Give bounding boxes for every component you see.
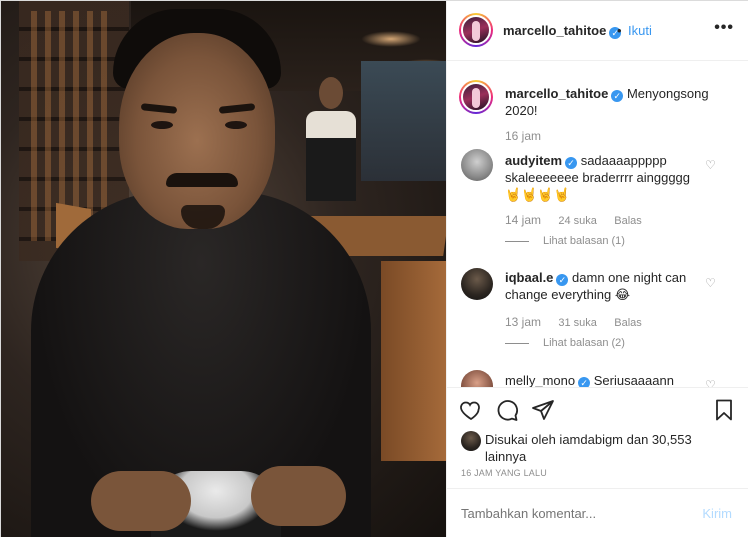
comment-text: melly_mono ✓ Seriusaaaann: [505, 372, 705, 387]
comment-username[interactable]: audyitem: [505, 153, 562, 168]
caption-username[interactable]: marcello_tahitoe: [505, 86, 608, 101]
comment-username[interactable]: iqbaal.e: [505, 270, 553, 285]
comment-emoji: 😂: [614, 287, 631, 302]
post-actions: Disukai oleh iamdabigm dan 30,553 lainny…: [447, 387, 748, 478]
photo-hand: [91, 471, 191, 531]
verified-icon: ✓: [556, 274, 569, 286]
bookmark-icon[interactable]: [712, 398, 736, 422]
reply-button[interactable]: Balas: [614, 317, 642, 329]
comment-time: 14 jam: [505, 213, 542, 227]
likes-text[interactable]: Disukai oleh iamdabigm dan 30,553 lainny…: [485, 431, 725, 465]
author-username[interactable]: marcello_tahitoe ✓: [503, 23, 622, 39]
verified-icon: ✓: [611, 90, 624, 102]
comment-like-heart-icon[interactable]: ♡: [705, 276, 716, 290]
commenter-avatar[interactable]: [461, 370, 493, 387]
liker-avatar: [461, 431, 481, 451]
comment-time: 13 jam: [505, 315, 542, 329]
post-comment-button[interactable]: Kirim: [702, 506, 732, 521]
comment-emoji: 🤘🤘🤘🤘: [505, 187, 570, 202]
reply-button[interactable]: Balas: [614, 215, 642, 227]
view-replies-button[interactable]: Lihat balasan (2): [505, 337, 625, 349]
share-icon[interactable]: [531, 398, 555, 422]
comment-text: audyitem ✓ sadaaaappppp skaleeeeeee brade…: [505, 152, 705, 203]
verified-icon: ✓: [578, 377, 591, 387]
comment-like-heart-icon[interactable]: ♡: [705, 158, 716, 172]
verified-icon: ✓: [565, 157, 578, 169]
post-timestamp: 16 JAM YANG LALU: [461, 468, 547, 478]
photo-man-eye: [151, 121, 173, 129]
view-replies-button[interactable]: Lihat balasan (1): [505, 235, 625, 247]
comments-list[interactable]: marcello_tahitoe ✓ Menyongsong 2020! 16 j…: [447, 62, 748, 387]
post-header: marcello_tahitoe ✓ • Ikuti •••: [447, 1, 748, 61]
commenter-avatar[interactable]: [461, 149, 493, 181]
more-options-icon[interactable]: •••: [714, 19, 734, 37]
comment-likes[interactable]: 24 suka: [558, 215, 597, 227]
comment-username[interactable]: melly_mono: [505, 373, 575, 387]
caption-time: 16 jam: [505, 129, 542, 143]
comment-meta: 13 jam 31 suka Balas: [505, 315, 656, 329]
photo-lamp: [361, 31, 421, 47]
caption-avatar[interactable]: [459, 80, 493, 114]
comment-icon[interactable]: [495, 398, 519, 422]
follow-button[interactable]: Ikuti: [628, 23, 652, 38]
post-photo[interactable]: [1, 1, 446, 537]
photo-hand: [251, 466, 346, 526]
comment-meta: 14 jam 24 suka Balas: [505, 213, 656, 227]
comment-likes[interactable]: 31 suka: [558, 317, 597, 329]
post-modal: marcello_tahitoe ✓ • Ikuti ••• marcello_t…: [0, 0, 748, 537]
photo-window: [361, 61, 446, 181]
caption-text: marcello_tahitoe ✓ Menyongsong 2020!: [505, 85, 740, 119]
commenter-avatar[interactable]: [461, 268, 493, 300]
comment-like-heart-icon[interactable]: ♡: [705, 378, 716, 387]
author-username-text[interactable]: marcello_tahitoe: [503, 23, 606, 38]
photo-man-head: [119, 33, 275, 229]
photo-waiter-body: [306, 111, 356, 201]
post-sidebar: marcello_tahitoe ✓ • Ikuti ••• marcello_t…: [446, 1, 748, 537]
heart-icon[interactable]: [459, 398, 483, 422]
add-comment-bar: Kirim: [447, 488, 748, 537]
photo-chair: [381, 261, 446, 461]
photo-man-mustache: [166, 173, 238, 187]
comment-text: iqbaal.e ✓ damn one night can change ever…: [505, 269, 705, 303]
photo-man-eye: [225, 121, 247, 129]
photo-waiter-head: [319, 77, 343, 109]
comment-input[interactable]: [461, 506, 681, 521]
author-avatar[interactable]: [459, 13, 493, 47]
comment-body: Seriusaaaann: [593, 373, 674, 387]
separator-dot: •: [617, 23, 622, 38]
